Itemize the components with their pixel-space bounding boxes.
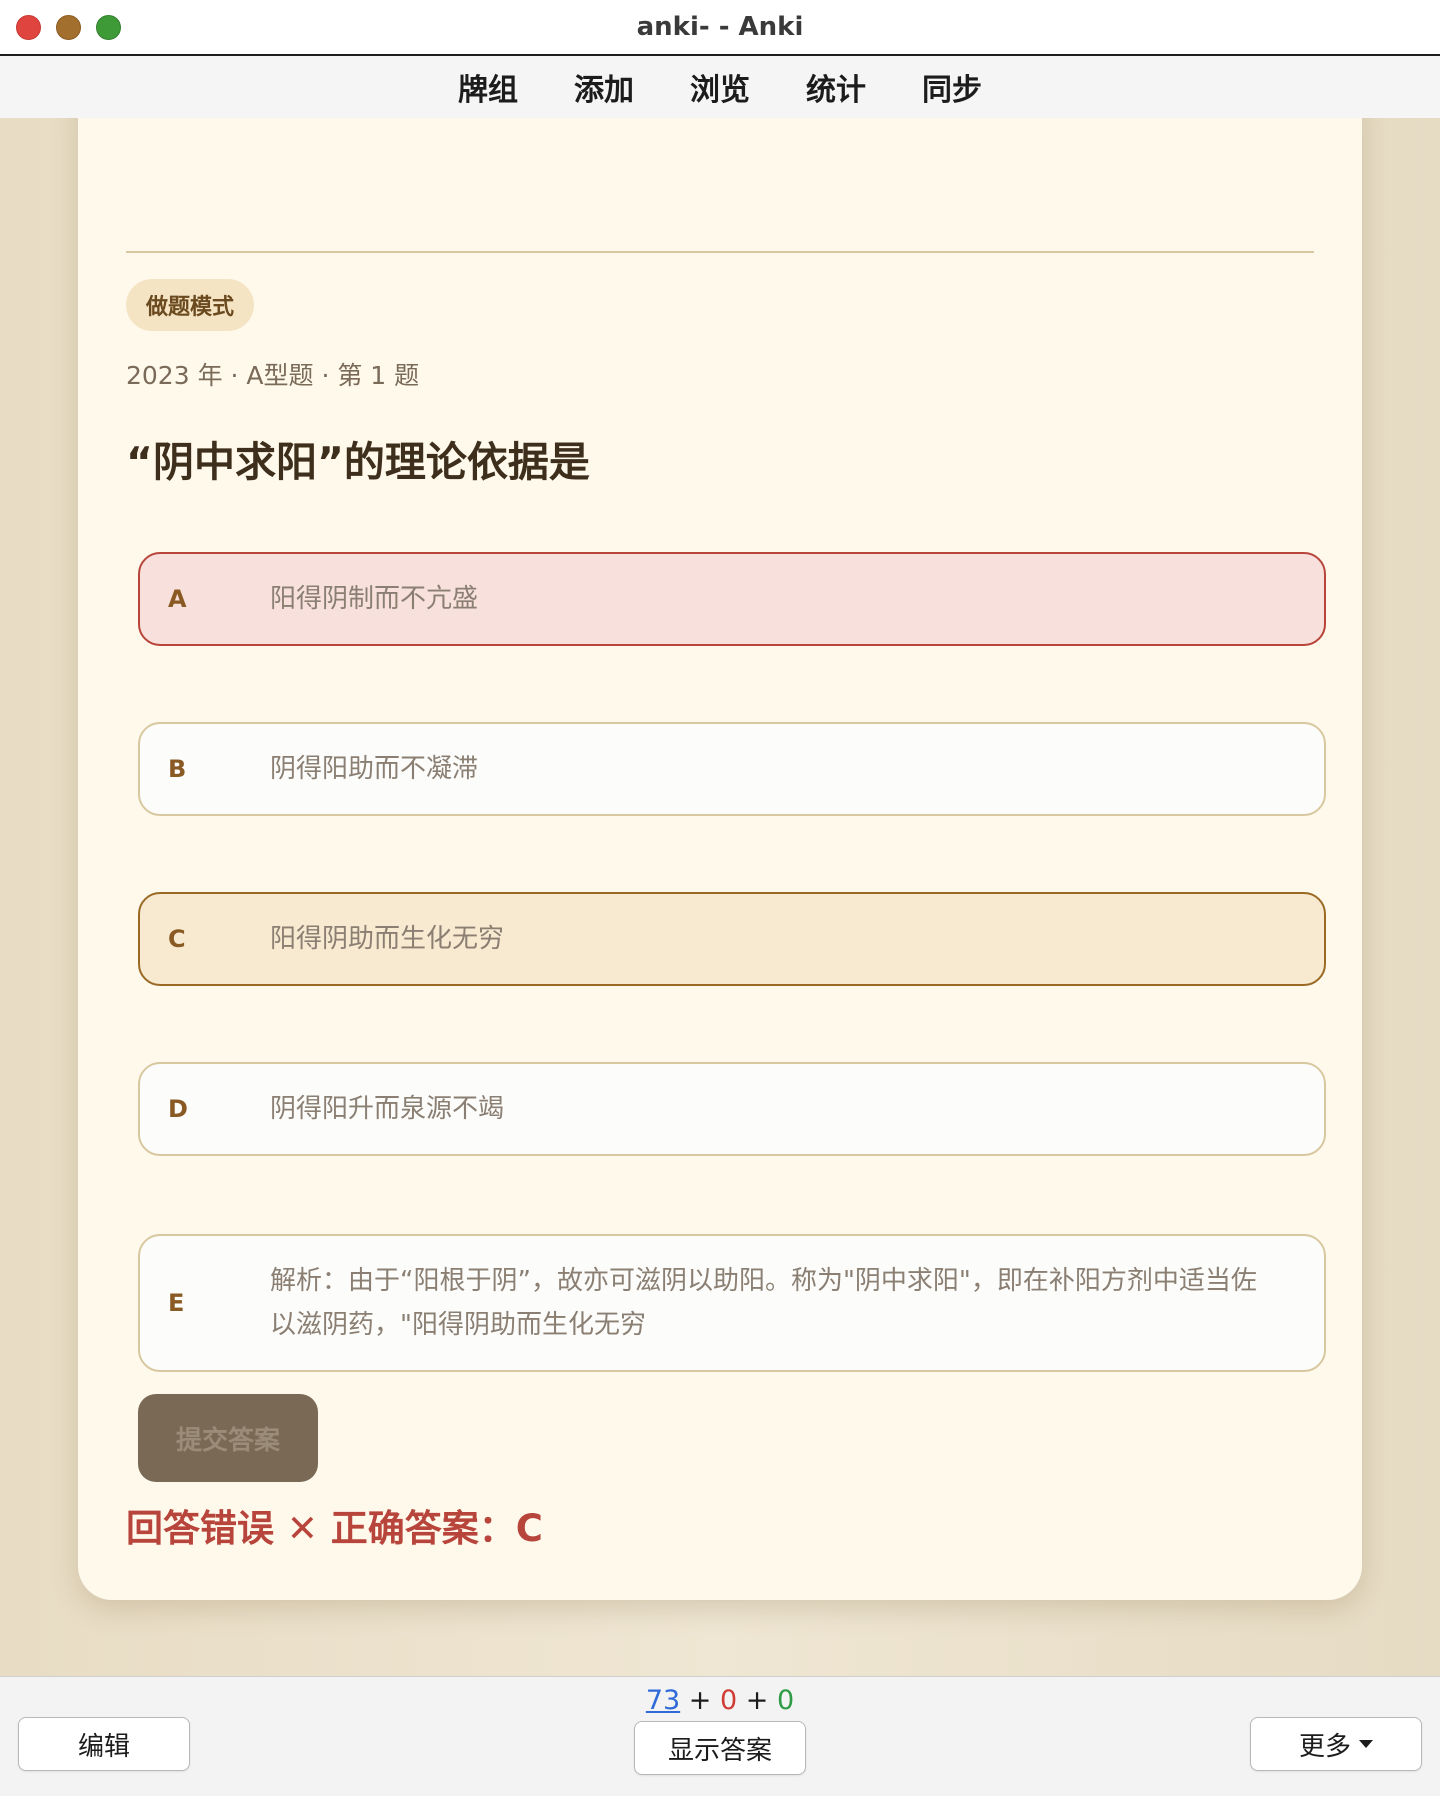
toolbar-sync[interactable]: 同步: [894, 65, 1010, 109]
option-letter: A: [168, 585, 187, 613]
option-letter: B: [168, 755, 187, 783]
mode-badge: 做题模式: [126, 279, 255, 331]
window-title: anki- - Anki: [636, 12, 804, 42]
toolbar-add[interactable]: 添加: [546, 65, 662, 109]
option-d[interactable]: D 阴得阳升而泉源不竭: [138, 1062, 1326, 1156]
due-counts: 73 + 0 + 0: [0, 1685, 1440, 1716]
option-text: 解析：由于“阳根于阴”，故亦可滋阴以助阳。称为"阴中求阳"，即在补阳方剂中适当佐…: [270, 1266, 1257, 1340]
question-card: 做题模式 2023 年 · A型题 · 第 1 题 “阴中求阳”的理论依据是 A…: [78, 118, 1362, 1600]
more-button-label: 更多: [1298, 1731, 1351, 1762]
option-letter: C: [168, 925, 186, 953]
chevron-down-icon: [1359, 1740, 1373, 1748]
result-message: 回答错误 ✕ 正确答案：C: [126, 1507, 543, 1550]
option-text: 阴得阳助而不凝滞: [270, 754, 479, 784]
show-answer-label: 显示答案: [667, 1735, 772, 1766]
more-button[interactable]: 更多: [1250, 1717, 1422, 1771]
question-text: “阴中求阳”的理论依据是: [126, 438, 590, 486]
toolbar-decks[interactable]: 牌组: [430, 65, 546, 109]
option-b[interactable]: B 阴得阳助而不凝滞: [138, 722, 1326, 816]
option-text: 阳得阴制而不亢盛: [270, 584, 479, 614]
toolbar-stats[interactable]: 统计: [778, 65, 894, 109]
toolbar-browse[interactable]: 浏览: [662, 65, 778, 109]
bottom-bar: 73 + 0 + 0 编辑 显示答案 更多: [0, 1676, 1440, 1796]
learn-count: 0: [719, 1685, 738, 1716]
main-toolbar: 牌组 添加 浏览 统计 同步: [0, 56, 1440, 118]
edit-button[interactable]: 编辑: [18, 1717, 190, 1771]
submit-answer-button[interactable]: 提交答案: [138, 1394, 318, 1482]
question-meta: 2023 年 · A型题 · 第 1 题: [126, 361, 420, 390]
option-e[interactable]: E 解析：由于“阳根于阴”，故亦可滋阴以助阳。称为"阴中求阳"，即在补阳方剂中适…: [138, 1234, 1326, 1372]
title-bar: anki- - Anki: [0, 0, 1440, 56]
option-a[interactable]: A 阳得阴制而不亢盛: [138, 552, 1326, 646]
card-divider: [126, 251, 1314, 253]
option-c[interactable]: C 阳得阴助而生化无穷: [138, 892, 1326, 986]
count-separator: +: [745, 1685, 769, 1716]
option-letter: E: [168, 1289, 185, 1317]
option-letter: D: [168, 1095, 188, 1123]
new-count[interactable]: 73: [646, 1685, 680, 1716]
edit-button-label: 编辑: [77, 1731, 130, 1762]
review-area: 做题模式 2023 年 · A型题 · 第 1 题 “阴中求阳”的理论依据是 A…: [0, 118, 1440, 1676]
review-count: 0: [776, 1685, 795, 1716]
show-answer-button[interactable]: 显示答案: [634, 1721, 806, 1775]
option-text: 阳得阴助而生化无穷: [270, 924, 505, 954]
option-text: 阴得阳升而泉源不竭: [270, 1094, 505, 1124]
count-separator: +: [688, 1685, 712, 1716]
